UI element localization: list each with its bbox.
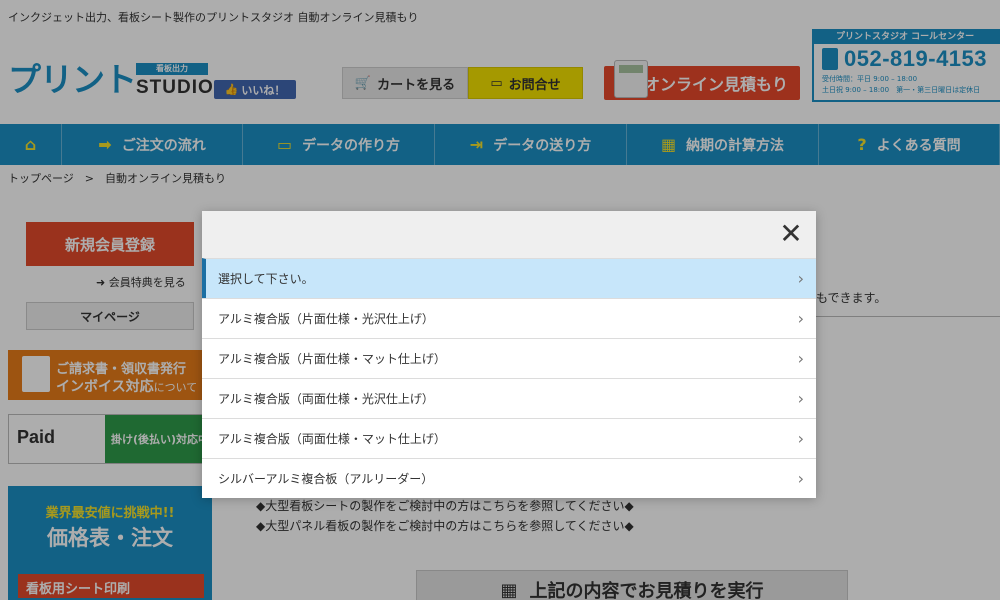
option-label: シルバーアルミ複合板（アルリーダー） <box>218 472 434 486</box>
chevron-right-icon: › <box>797 389 804 408</box>
option-label: アルミ複合版（片面仕様・光沢仕上げ） <box>218 312 434 326</box>
close-icon[interactable]: ✕ <box>776 219 806 249</box>
option-label: 選択して下さい。 <box>218 272 314 286</box>
option-label: アルミ複合版（両面仕様・光沢仕上げ） <box>218 392 434 406</box>
chevron-right-icon: › <box>797 269 804 288</box>
chevron-right-icon: › <box>797 349 804 368</box>
option-label: アルミ複合版（片面仕様・マット仕上げ） <box>218 352 446 366</box>
chevron-right-icon: › <box>797 469 804 488</box>
modal-header: ✕ <box>202 211 816 258</box>
option-aluminum-single-matte[interactable]: アルミ複合版（片面仕様・マット仕上げ） › <box>202 338 816 378</box>
option-aluminum-double-gloss[interactable]: アルミ複合版（両面仕様・光沢仕上げ） › <box>202 378 816 418</box>
material-select-modal: ✕ 選択して下さい。 › アルミ複合版（片面仕様・光沢仕上げ） › アルミ複合版… <box>202 211 816 498</box>
chevron-right-icon: › <box>797 309 804 328</box>
option-placeholder[interactable]: 選択して下さい。 › <box>202 258 816 298</box>
option-aluminum-single-gloss[interactable]: アルミ複合版（片面仕様・光沢仕上げ） › <box>202 298 816 338</box>
option-silver-aluminum[interactable]: シルバーアルミ複合板（アルリーダー） › <box>202 458 816 498</box>
option-label: アルミ複合版（両面仕様・マット仕上げ） <box>218 432 446 446</box>
chevron-right-icon: › <box>797 429 804 448</box>
option-aluminum-double-matte[interactable]: アルミ複合版（両面仕様・マット仕上げ） › <box>202 418 816 458</box>
